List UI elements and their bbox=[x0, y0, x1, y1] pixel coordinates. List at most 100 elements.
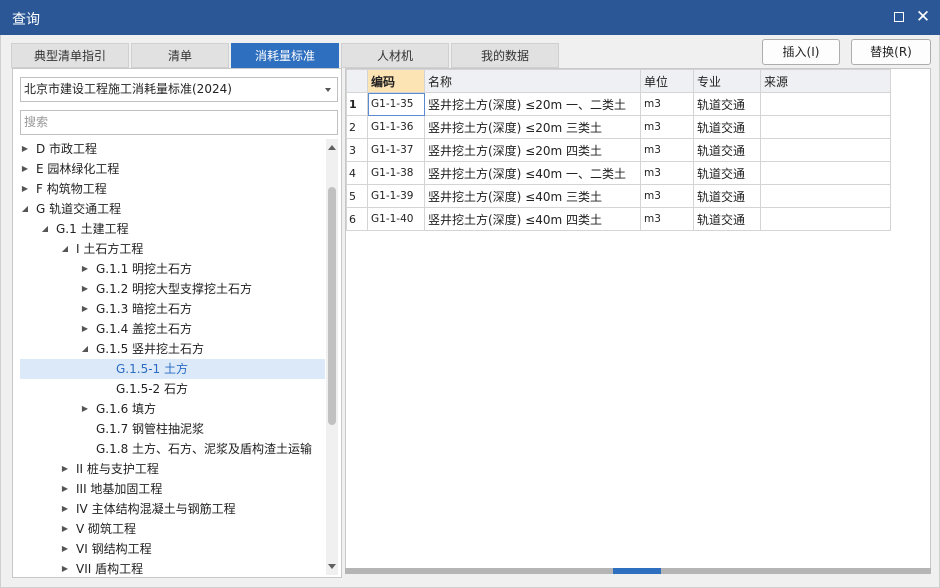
source-cell[interactable] bbox=[760, 92, 891, 116]
code-cell[interactable]: G1-1-36 bbox=[367, 115, 425, 139]
expand-right-icon[interactable]: ▶ bbox=[80, 319, 90, 339]
column-header-code[interactable]: 编码 bbox=[367, 69, 425, 93]
replace-button[interactable]: 替换(R) bbox=[851, 39, 931, 65]
tree-item[interactable]: ▶ G.1.2 明挖大型支撑挖土石方 bbox=[20, 279, 325, 299]
column-header-name[interactable]: 名称 bbox=[424, 69, 641, 93]
source-cell[interactable] bbox=[760, 161, 891, 185]
table-row[interactable]: 3 G1-1-37 竖井挖土方(深度) ≤20m 四类土 m3 轨道交通 bbox=[346, 138, 891, 162]
name-cell[interactable]: 竖井挖土方(深度) ≤40m 三类土 bbox=[424, 184, 641, 208]
expand-down-icon[interactable]: ◢ bbox=[20, 199, 30, 219]
search-input[interactable]: 搜索 bbox=[20, 110, 338, 135]
expand-right-icon[interactable]: ▶ bbox=[60, 539, 70, 559]
unit-cell[interactable]: m3 bbox=[640, 92, 694, 116]
expand-right-icon[interactable]: ▶ bbox=[60, 519, 70, 539]
name-cell[interactable]: 竖井挖土方(深度) ≤40m 一、二类土 bbox=[424, 161, 641, 185]
major-cell[interactable]: 轨道交通 bbox=[693, 115, 761, 139]
expand-right-icon[interactable]: ▶ bbox=[80, 399, 90, 419]
standard-select[interactable]: 北京市建设工程施工消耗量标准(2024) bbox=[20, 77, 338, 102]
code-cell[interactable]: G1-1-39 bbox=[367, 184, 425, 208]
source-cell[interactable] bbox=[760, 207, 891, 231]
column-header-unit[interactable]: 单位 bbox=[640, 69, 694, 93]
major-cell[interactable]: 轨道交通 bbox=[693, 161, 761, 185]
tree-item[interactable]: ◢ G 轨道交通工程 bbox=[20, 199, 325, 219]
tree-item[interactable]: G.1.8 土方、石方、泥浆及盾构渣土运输 bbox=[20, 439, 325, 459]
unit-cell[interactable]: m3 bbox=[640, 207, 694, 231]
scroll-down-icon[interactable] bbox=[328, 564, 336, 569]
tree-scrollbar[interactable] bbox=[326, 139, 338, 575]
tree-item[interactable]: ▶ G.1.4 盖挖土石方 bbox=[20, 319, 325, 339]
table-row[interactable]: 5 G1-1-39 竖井挖土方(深度) ≤40m 三类土 m3 轨道交通 bbox=[346, 184, 891, 208]
tab-consumption-standard[interactable]: 消耗量标准 bbox=[231, 43, 339, 68]
tree-item[interactable]: ▶ V 砌筑工程 bbox=[20, 519, 325, 539]
close-button[interactable]: ✕ bbox=[912, 6, 934, 28]
scrollbar-thumb[interactable] bbox=[613, 568, 661, 574]
tab-my-data[interactable]: 我的数据 bbox=[451, 43, 559, 68]
scrollbar-thumb[interactable] bbox=[328, 187, 336, 425]
column-header-major[interactable]: 专业 bbox=[693, 69, 761, 93]
maximize-button[interactable] bbox=[888, 6, 910, 28]
tree-item[interactable]: G.1.5-2 石方 bbox=[20, 379, 325, 399]
tree-item[interactable]: ◢ G.1.5 竖井挖土石方 bbox=[20, 339, 325, 359]
expand-down-icon[interactable]: ◢ bbox=[60, 239, 70, 259]
tree-item[interactable]: ▶ IV 主体结构混凝土与钢筋工程 bbox=[20, 499, 325, 519]
tree-item[interactable]: ◢ I 土石方工程 bbox=[20, 239, 325, 259]
expand-right-icon[interactable]: ▶ bbox=[60, 479, 70, 499]
unit-cell[interactable]: m3 bbox=[640, 184, 694, 208]
insert-button[interactable]: 插入(I) bbox=[762, 39, 840, 65]
tree-item[interactable]: ▶ II 桩与支护工程 bbox=[20, 459, 325, 479]
major-cell[interactable]: 轨道交通 bbox=[693, 207, 761, 231]
name-cell[interactable]: 竖井挖土方(深度) ≤20m 一、二类土 bbox=[424, 92, 641, 116]
table-row[interactable]: 1 G1-1-35 竖井挖土方(深度) ≤20m 一、二类土 m3 轨道交通 bbox=[346, 92, 891, 116]
tree-item[interactable]: ▶ G.1.6 填方 bbox=[20, 399, 325, 419]
major-cell[interactable]: 轨道交通 bbox=[693, 184, 761, 208]
unit-cell[interactable]: m3 bbox=[640, 138, 694, 162]
source-cell[interactable] bbox=[760, 138, 891, 162]
expand-down-icon[interactable]: ◢ bbox=[80, 339, 90, 359]
tree-item[interactable]: ▶ VII 盾构工程 bbox=[20, 559, 325, 575]
expand-right-icon[interactable]: ▶ bbox=[20, 159, 30, 179]
tree-item[interactable]: G.1.5-1 土方 bbox=[20, 359, 325, 379]
scroll-up-icon[interactable] bbox=[328, 145, 336, 150]
code-cell[interactable]: G1-1-37 bbox=[367, 138, 425, 162]
source-cell[interactable] bbox=[760, 184, 891, 208]
tree-item-label: G.1.8 土方、石方、泥浆及盾构渣土运输 bbox=[96, 442, 313, 456]
table-row[interactable]: 2 G1-1-36 竖井挖土方(深度) ≤20m 三类土 m3 轨道交通 bbox=[346, 115, 891, 139]
expand-right-icon[interactable]: ▶ bbox=[80, 259, 90, 279]
code-cell[interactable]: G1-1-35 bbox=[367, 92, 425, 116]
tree-item[interactable]: ▶ G.1.1 明挖土石方 bbox=[20, 259, 325, 279]
tree-item[interactable]: ▶ III 地基加固工程 bbox=[20, 479, 325, 499]
expand-down-icon[interactable]: ◢ bbox=[40, 219, 50, 239]
expand-right-icon[interactable]: ▶ bbox=[60, 559, 70, 575]
unit-cell[interactable]: m3 bbox=[640, 161, 694, 185]
tab-labor-material-machine[interactable]: 人材机 bbox=[341, 43, 449, 68]
table-row[interactable]: 6 G1-1-40 竖井挖土方(深度) ≤40m 四类土 m3 轨道交通 bbox=[346, 207, 891, 231]
name-cell[interactable]: 竖井挖土方(深度) ≤20m 三类土 bbox=[424, 115, 641, 139]
tree-item[interactable]: ▶ E 园林绿化工程 bbox=[20, 159, 325, 179]
horizontal-scrollbar[interactable] bbox=[345, 568, 931, 574]
tree-item-label: G.1.3 暗挖土石方 bbox=[96, 302, 193, 316]
tree-item[interactable]: ▶ G.1.3 暗挖土石方 bbox=[20, 299, 325, 319]
tree-item[interactable]: ▶ D 市政工程 bbox=[20, 139, 325, 159]
tree-item[interactable]: ◢ G.1 土建工程 bbox=[20, 219, 325, 239]
tab-typical-list-guide[interactable]: 典型清单指引 bbox=[11, 43, 129, 68]
name-cell[interactable]: 竖井挖土方(深度) ≤40m 四类土 bbox=[424, 207, 641, 231]
table-row[interactable]: 4 G1-1-38 竖井挖土方(深度) ≤40m 一、二类土 m3 轨道交通 bbox=[346, 161, 891, 185]
name-cell[interactable]: 竖井挖土方(深度) ≤20m 四类土 bbox=[424, 138, 641, 162]
tab-list[interactable]: 清单 bbox=[131, 43, 229, 68]
code-cell[interactable]: G1-1-40 bbox=[367, 207, 425, 231]
tree-item[interactable]: G.1.7 钢管柱抽泥浆 bbox=[20, 419, 325, 439]
unit-cell[interactable]: m3 bbox=[640, 115, 694, 139]
expand-right-icon[interactable]: ▶ bbox=[60, 499, 70, 519]
expand-right-icon[interactable]: ▶ bbox=[60, 459, 70, 479]
tree-item[interactable]: ▶ VI 钢结构工程 bbox=[20, 539, 325, 559]
expand-right-icon[interactable]: ▶ bbox=[20, 139, 30, 159]
code-cell[interactable]: G1-1-38 bbox=[367, 161, 425, 185]
column-header-source[interactable]: 来源 bbox=[760, 69, 891, 93]
expand-right-icon[interactable]: ▶ bbox=[80, 299, 90, 319]
expand-right-icon[interactable]: ▶ bbox=[80, 279, 90, 299]
major-cell[interactable]: 轨道交通 bbox=[693, 92, 761, 116]
major-cell[interactable]: 轨道交通 bbox=[693, 138, 761, 162]
tree-item[interactable]: ▶ F 构筑物工程 bbox=[20, 179, 325, 199]
source-cell[interactable] bbox=[760, 115, 891, 139]
expand-right-icon[interactable]: ▶ bbox=[20, 179, 30, 199]
